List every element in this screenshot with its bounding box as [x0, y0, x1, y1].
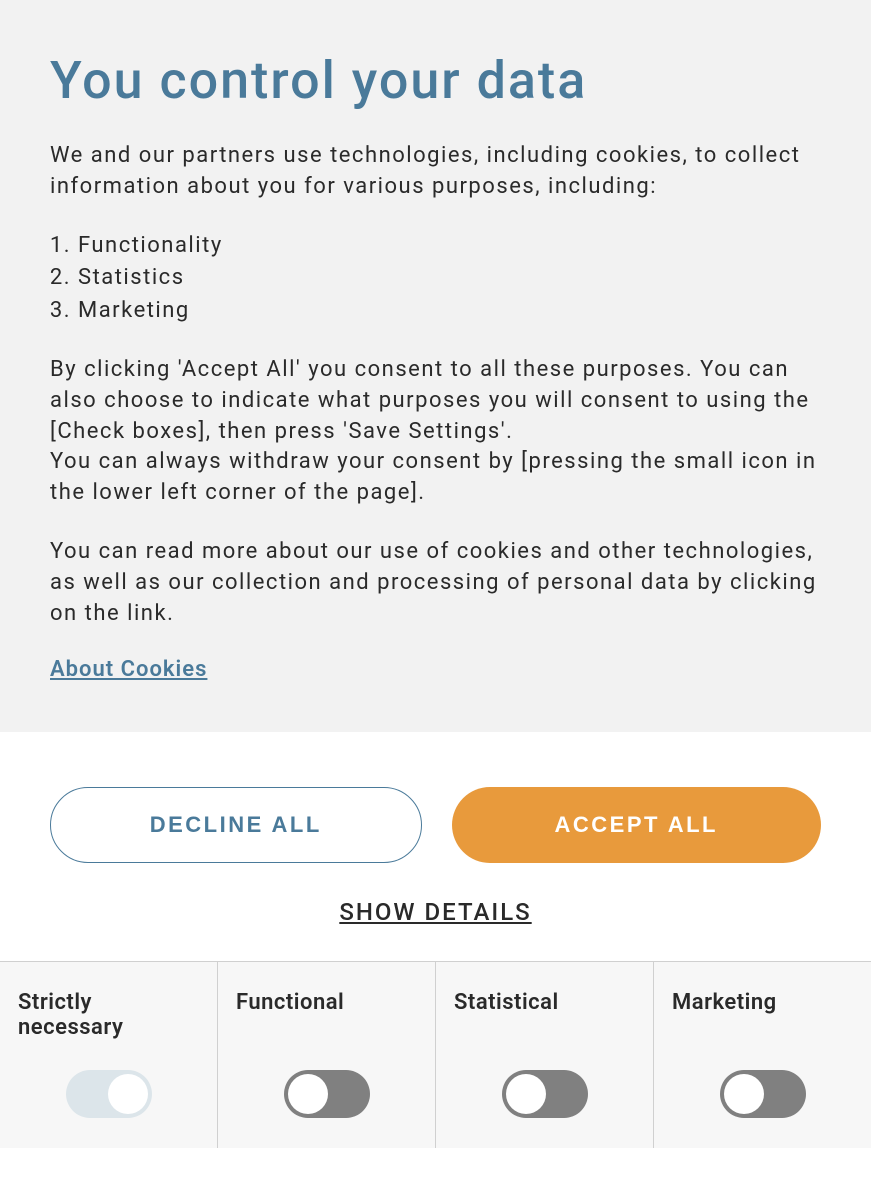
toggle-statistical[interactable] — [502, 1070, 588, 1118]
category-label: Functional — [236, 990, 344, 1048]
purpose-item: Statistics — [78, 263, 821, 294]
consent-actions-section: DECLINE ALL ACCEPT ALL SHOW DETAILS — [0, 732, 871, 961]
category-functional: Functional — [218, 962, 436, 1148]
decline-all-button[interactable]: DECLINE ALL — [50, 787, 422, 863]
toggle-knob-icon — [288, 1074, 328, 1114]
category-label: Strictly necessary — [18, 990, 199, 1048]
toggle-knob-icon — [724, 1074, 764, 1114]
consent-body: We and our partners use technologies, in… — [50, 141, 821, 629]
category-label: Statistical — [454, 990, 559, 1048]
toggle-marketing[interactable] — [720, 1070, 806, 1118]
about-cookies-link[interactable]: About Cookies — [50, 657, 207, 682]
category-label: Marketing — [672, 990, 777, 1048]
purpose-item: Marketing — [78, 296, 821, 327]
toggle-strictly-necessary — [66, 1070, 152, 1118]
more-info-text: You can read more about our use of cooki… — [50, 537, 821, 629]
consent-header-section: You control your data We and our partner… — [0, 0, 871, 732]
intro-text: We and our partners use technologies, in… — [50, 141, 821, 203]
toggle-knob-icon — [108, 1074, 148, 1114]
purpose-item: Functionality — [78, 231, 821, 262]
category-strictly-necessary: Strictly necessary — [0, 962, 218, 1148]
toggle-knob-icon — [506, 1074, 546, 1114]
button-row: DECLINE ALL ACCEPT ALL — [50, 787, 821, 863]
consent-title: You control your data — [50, 50, 821, 111]
consent-categories: Strictly necessary Functional Statistica… — [0, 961, 871, 1148]
category-statistical: Statistical — [436, 962, 654, 1148]
purposes-list: Functionality Statistics Marketing — [50, 231, 821, 327]
show-details-button[interactable]: SHOW DETAILS — [50, 898, 821, 926]
accept-all-button[interactable]: ACCEPT ALL — [452, 787, 822, 863]
toggle-functional[interactable] — [284, 1070, 370, 1118]
category-marketing: Marketing — [654, 962, 871, 1148]
consent-paragraph: By clicking 'Accept All' you consent to … — [50, 355, 821, 509]
